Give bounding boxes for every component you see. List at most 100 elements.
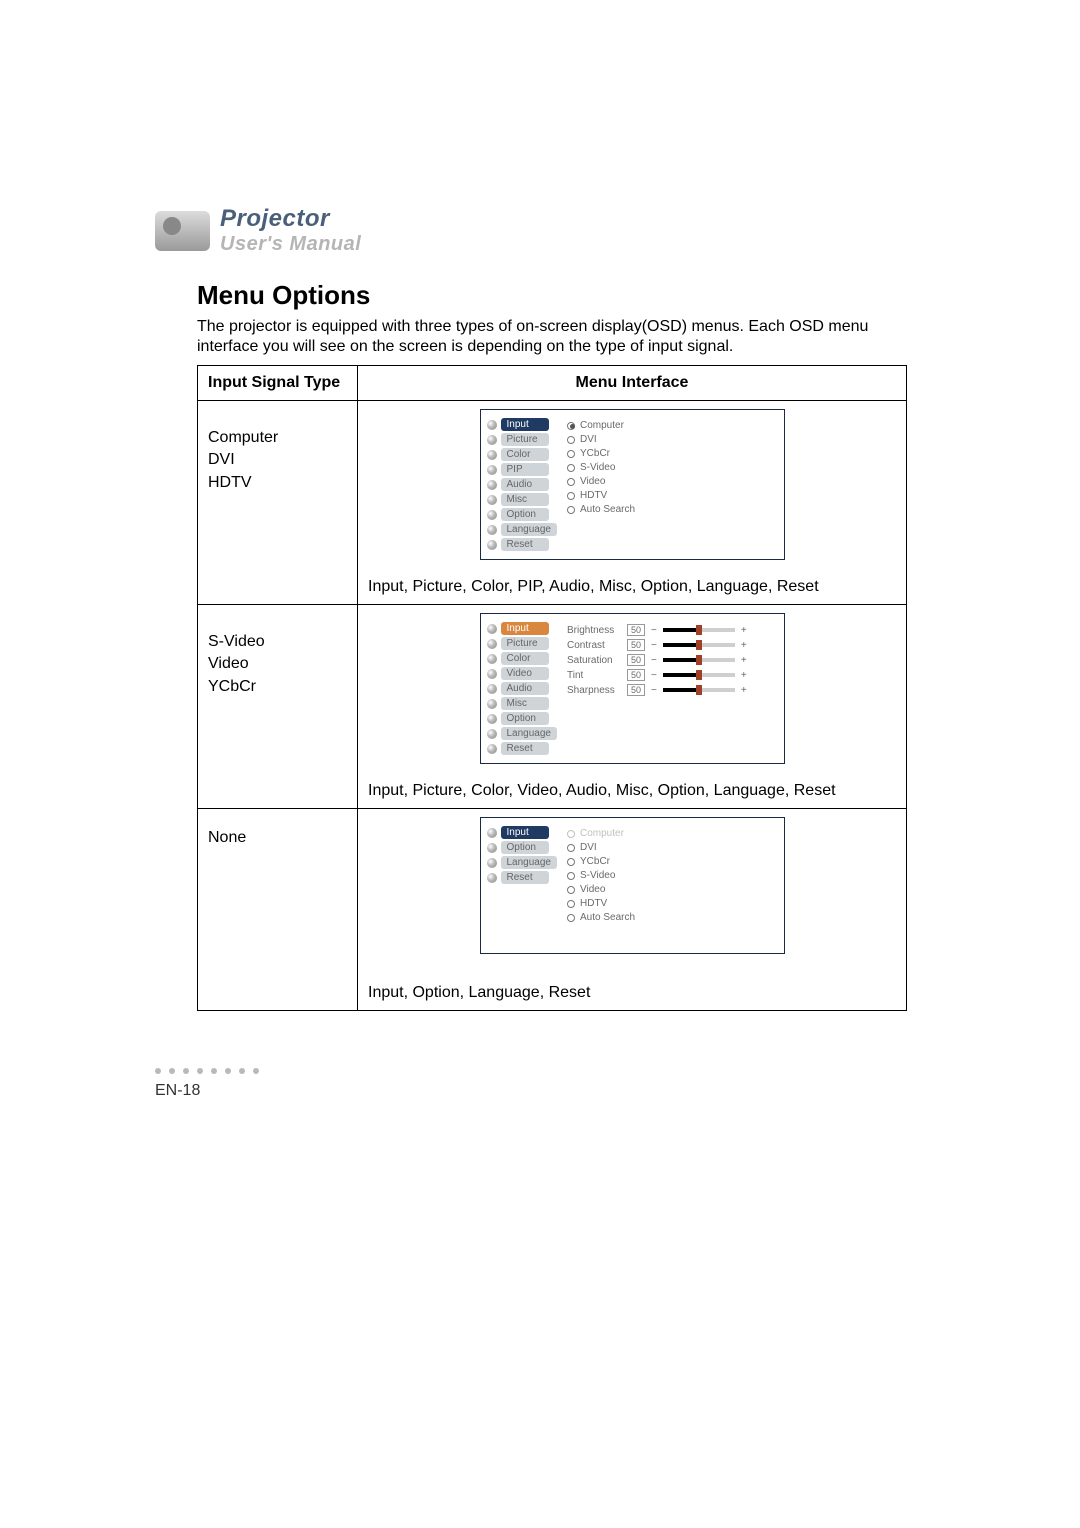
slider-knob-icon (696, 685, 702, 695)
radio-icon (567, 506, 575, 514)
interface-caption: Input, Picture, Color, PIP, Audio, Misc,… (368, 578, 896, 596)
osd-radio-label: Auto Search (580, 504, 635, 515)
osd-radio-label: Video (580, 884, 605, 895)
osd-menu-label: Option (501, 508, 549, 521)
radio-icon (567, 450, 575, 458)
interface-cell: InputOptionLanguageResetComputerDVIYCbCr… (358, 809, 907, 1011)
osd-menu-item: Picture (487, 433, 558, 446)
bullet-icon (487, 495, 497, 505)
minus-icon: − (651, 685, 657, 696)
osd-menu-item: Audio (487, 478, 558, 491)
table-row: ComputerDVIHDTVInputPictureColorPIPAudio… (198, 401, 907, 605)
osd-menu-item: Color (487, 448, 558, 461)
bullet-icon (487, 420, 497, 430)
bullet-icon (487, 510, 497, 520)
osd-menu-item: Misc (487, 697, 558, 710)
osd-menu-label: Misc (501, 493, 549, 506)
bullet-icon (487, 435, 497, 445)
slider-knob-icon (696, 625, 702, 635)
slider-fill (663, 673, 699, 677)
osd-slider-value: 50 (627, 624, 645, 636)
osd-box: InputPictureColorVideoAudioMiscOptionLan… (480, 613, 785, 764)
bullet-icon (487, 684, 497, 694)
radio-icon (567, 858, 575, 866)
osd-menu-label: Input (501, 826, 549, 839)
osd-radio-row: Computer (567, 420, 635, 431)
bullet-icon (487, 873, 497, 883)
table-row: S-VideoVideoYCbCrInputPictureColorVideoA… (198, 605, 907, 809)
osd-menu-label: Color (501, 652, 549, 665)
osd-menu-label: Input (501, 418, 549, 431)
page: Projector User's Manual Menu Options The… (0, 0, 1080, 1528)
bullet-icon (487, 669, 497, 679)
bullet-icon (487, 843, 497, 853)
logo-line2: User's Manual (220, 233, 361, 256)
radio-icon (567, 914, 575, 922)
osd-radio-row: Computer (567, 828, 635, 839)
minus-icon: − (651, 625, 657, 636)
slider-track (663, 673, 735, 677)
osd-menu-item: Input (487, 622, 558, 635)
osd-menu-item: Language (487, 856, 558, 869)
osd-menu-label: Language (501, 856, 558, 869)
signal-label: Computer (208, 427, 347, 449)
osd-left-column: Input Option Language Reset (487, 826, 558, 923)
radio-icon (567, 422, 575, 430)
osd-radio-label: Computer (580, 828, 624, 839)
radio-icon (567, 478, 575, 486)
bullet-icon (487, 624, 497, 634)
bullet-icon (487, 714, 497, 724)
signal-cell: ComputerDVIHDTV (198, 401, 358, 605)
slider-track (663, 688, 735, 692)
osd-radio-label: HDTV (580, 898, 607, 909)
bullet-icon (487, 480, 497, 490)
menu-table: Input Signal Type Menu Interface Compute… (197, 365, 907, 1011)
osd-menu-item: Input (487, 826, 558, 839)
interface-caption: Input, Picture, Color, Video, Audio, Mis… (368, 782, 896, 800)
osd-right-column: ComputerDVIYCbCrS-VideoVideoHDTVAuto Sea… (567, 418, 635, 551)
signal-label: HDTV (208, 472, 347, 494)
osd-radio-label: Auto Search (580, 912, 635, 923)
bullet-icon (487, 540, 497, 550)
osd-slider-row: Contrast50−+ (567, 639, 747, 651)
osd-menu-label: Option (501, 841, 549, 854)
osd-left-column: InputPictureColorPIPAudioMiscOptionLangu… (487, 418, 558, 551)
signal-label: DVI (208, 449, 347, 471)
osd-slider-label: Contrast (567, 640, 621, 651)
radio-icon (567, 872, 575, 880)
osd-menu-label: Color (501, 448, 549, 461)
osd-menu-label: Audio (501, 478, 549, 491)
osd-menu-item: Audio (487, 682, 558, 695)
intro-text: The projector is equipped with three typ… (197, 317, 907, 357)
osd-radio-row: S-Video (567, 870, 635, 881)
osd-radio-row: Auto Search (567, 912, 635, 923)
osd-menu-label: Language (501, 523, 558, 536)
page-number: EN-18 (155, 1082, 200, 1100)
bullet-icon (487, 465, 497, 475)
osd-slider-value: 50 (627, 684, 645, 696)
signal-cell: None (198, 809, 358, 1011)
signal-label: Video (208, 653, 347, 675)
minus-icon: − (651, 655, 657, 666)
osd-menu-label: Input (501, 622, 549, 635)
slider-track (663, 658, 735, 662)
signal-label: YCbCr (208, 676, 347, 698)
osd-slider-value: 50 (627, 669, 645, 681)
bullet-icon (487, 525, 497, 535)
osd-radio-row: S-Video (567, 462, 635, 473)
osd-slider-value: 50 (627, 639, 645, 651)
signal-label: None (208, 827, 347, 849)
osd-radio-row: YCbCr (567, 448, 635, 459)
minus-icon: − (651, 670, 657, 681)
radio-icon (567, 900, 575, 908)
signal-label: S-Video (208, 631, 347, 653)
osd-right-column: Brightness50−+Contrast50−+Saturation50−+… (567, 622, 747, 755)
osd-menu-item: Reset (487, 871, 558, 884)
slider-track (663, 628, 735, 632)
slider-fill (663, 658, 699, 662)
osd-menu-label: Audio (501, 682, 549, 695)
osd-radio-row: YCbCr (567, 856, 635, 867)
bullet-icon (487, 450, 497, 460)
osd-menu-label: Reset (501, 742, 549, 755)
logo-text: Projector User's Manual (220, 205, 361, 256)
